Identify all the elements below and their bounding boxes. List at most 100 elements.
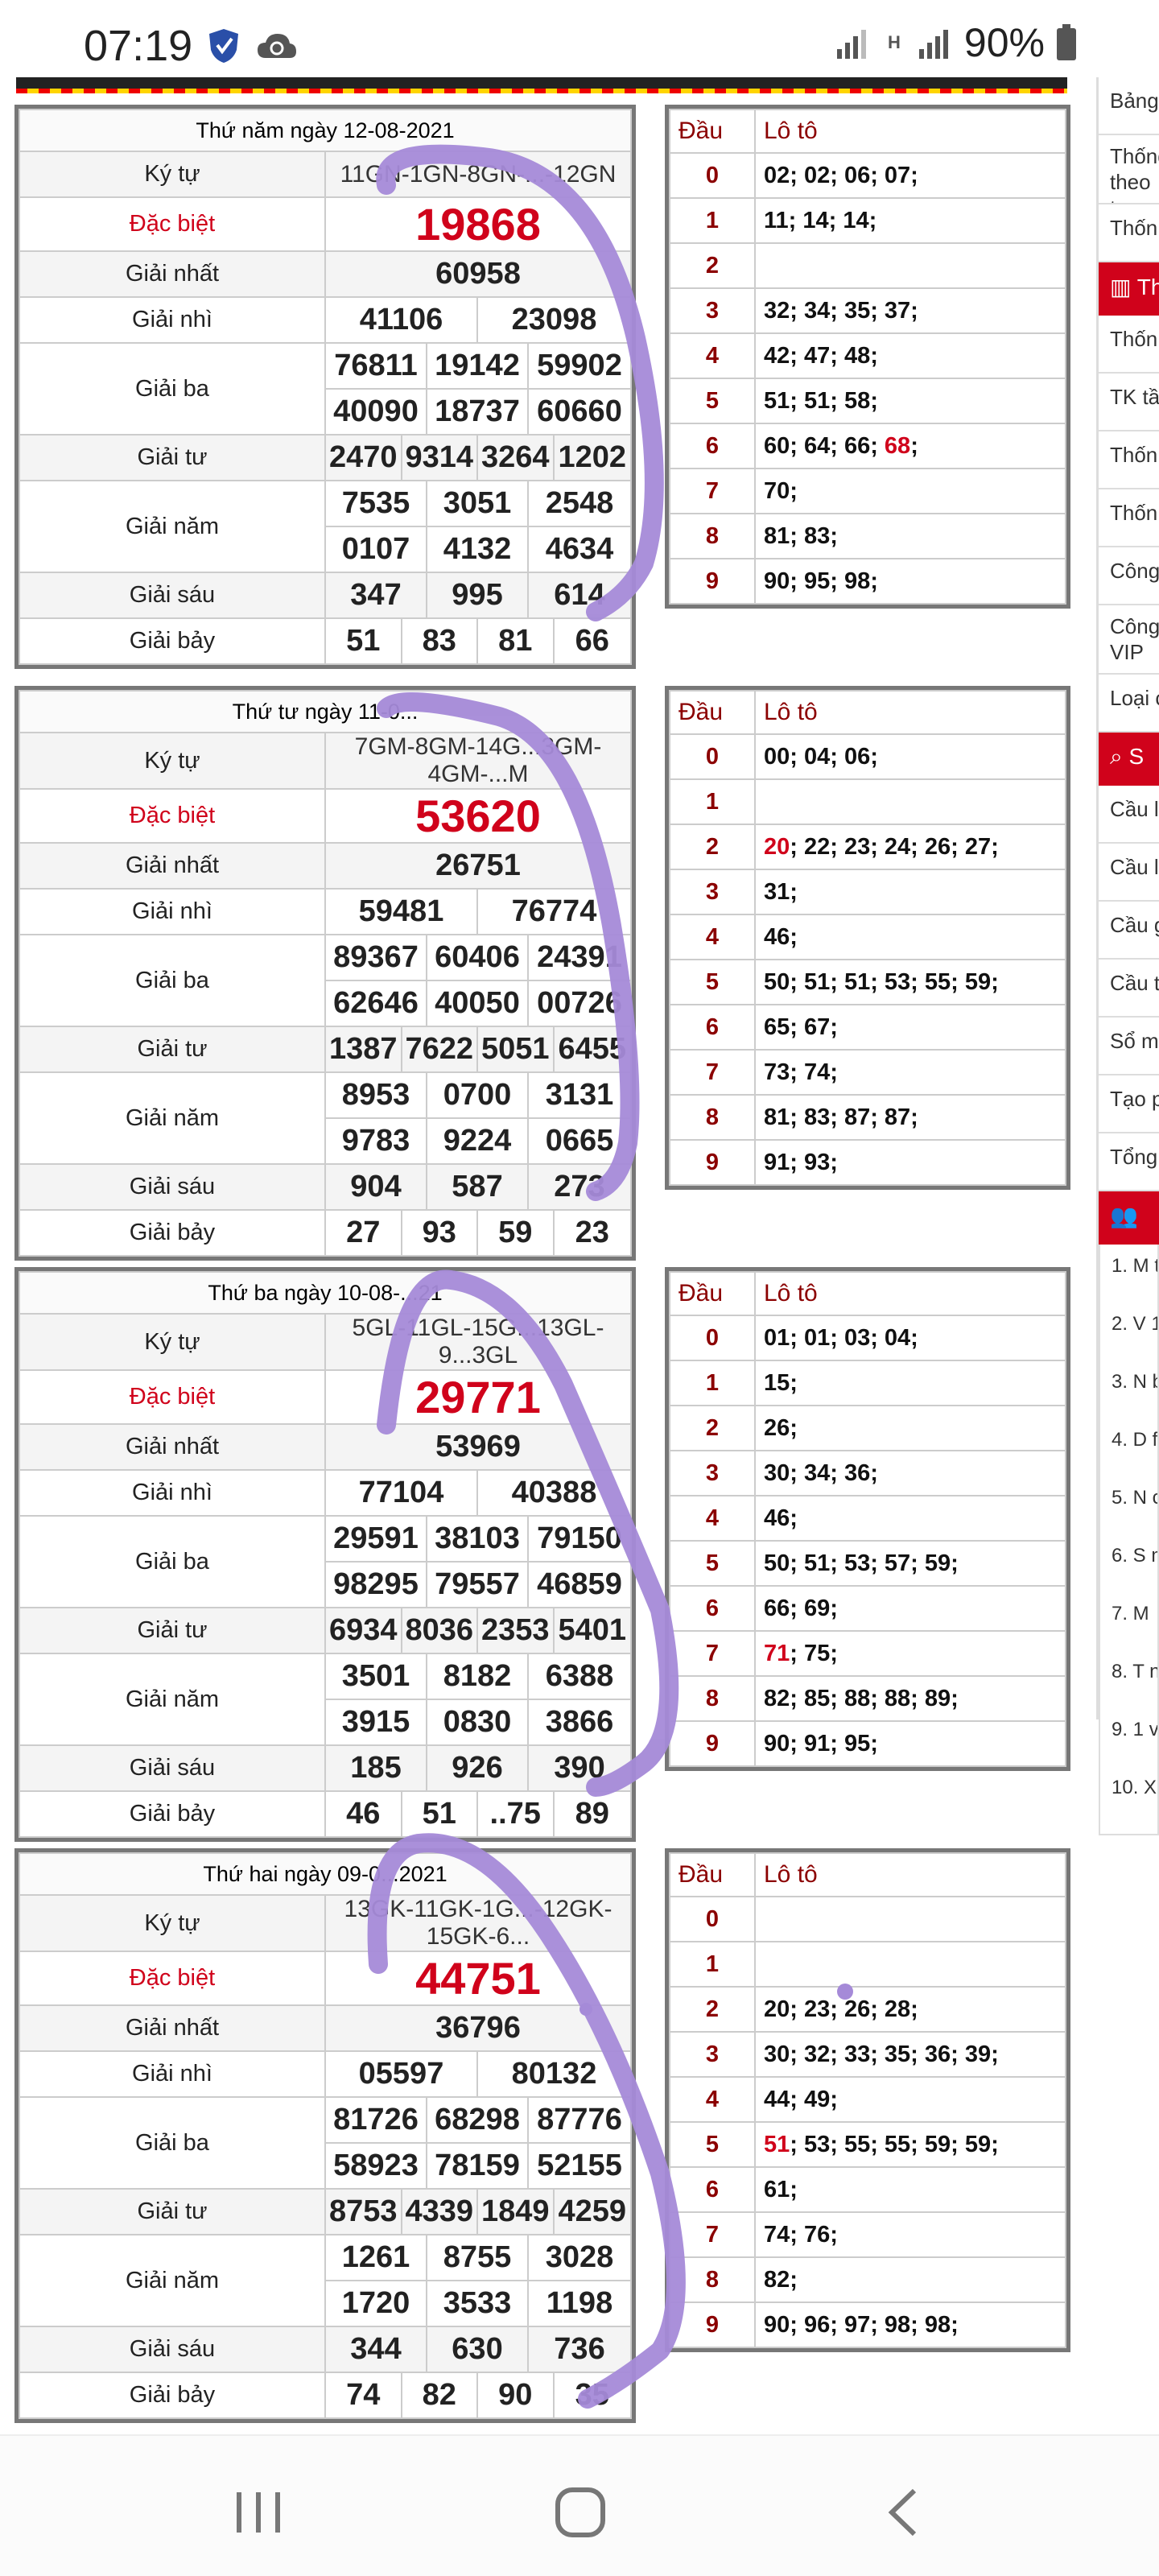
loto-dau: 3 — [669, 2031, 756, 2078]
loto-highlight: 68 — [884, 432, 911, 459]
sidebar-list-item[interactable]: 3. N b — [1112, 1370, 1157, 1428]
label-ky-tu: Ký tự — [19, 151, 326, 198]
loto-dau: 6 — [669, 2166, 756, 2213]
label-giai-ba: Giải ba — [19, 1515, 326, 1608]
loto-values: 70; — [754, 468, 1066, 514]
loto-values: 90; 91; 95; — [754, 1720, 1066, 1767]
draw-block: Thứ năm ngày 12-08-2021 Ký tự 11GN-1GN-8GN… — [14, 105, 1070, 669]
sidebar-list-item[interactable]: 9. 1 v — [1112, 1718, 1157, 1776]
sidebar-item[interactable]: Công VIP — [1099, 605, 1159, 675]
sidebar-item[interactable]: Sổ m — [1099, 1018, 1159, 1075]
network-type-label: H — [887, 32, 901, 52]
sidebar-item[interactable]: Công — [1099, 547, 1159, 605]
prize-number: 0830 — [427, 1700, 529, 1744]
sidebar-item[interactable]: Tạo p — [1099, 1075, 1159, 1133]
sidebar-item[interactable]: Cầu lô — [1099, 844, 1159, 902]
loto-row: 3 32; 34; 35; 37; — [669, 287, 1066, 334]
loto-highlight: 51 — [764, 2131, 790, 2157]
prize-number: 0665 — [545, 1124, 614, 1158]
loto-row: 6 66; 69; — [669, 1585, 1066, 1632]
label-giai-tu: Giải tư — [19, 1607, 326, 1654]
prize-number: 273 — [554, 1170, 605, 1203]
draw-date[interactable]: Thứ hai ngày 09-0...2021 — [19, 1852, 632, 1896]
loto-head-loto: Lô tô — [754, 1852, 1066, 1897]
prize-number: 904 — [326, 1165, 427, 1209]
loto-dau: 0 — [669, 152, 756, 199]
loto-dau: 3 — [669, 869, 756, 915]
sidebar-list-item[interactable]: 2. V 1 — [1112, 1312, 1157, 1370]
draw-date[interactable]: Thứ ba ngày 10-08-...21 — [19, 1271, 632, 1315]
prize-number: 0107 — [326, 527, 427, 572]
battery-icon — [1057, 24, 1076, 60]
prize-number: 60660 — [537, 394, 622, 428]
prize-number: 81 — [478, 619, 555, 663]
label-giai-nam: Giải năm — [19, 480, 326, 573]
sidebar-list-item[interactable]: 7. M — [1112, 1602, 1157, 1660]
loto-row: 7 74; 76; — [669, 2211, 1066, 2258]
home-icon[interactable] — [552, 2484, 608, 2541]
draw-date[interactable]: Thứ năm ngày 12-08-2021 — [19, 109, 632, 152]
sidebar-section-search: ⌕ S — [1099, 733, 1159, 786]
sidebar-list-item[interactable]: 4. D fo — [1112, 1428, 1157, 1486]
prize-number: 630 — [427, 2327, 529, 2372]
label-giai-nhi: Giải nhì — [19, 296, 326, 344]
loto-values: 30; 32; 33; 35; 36; 39; — [754, 2031, 1066, 2078]
label-giai-nhi: Giải nhì — [19, 888, 326, 935]
loto-dau: 9 — [669, 1139, 756, 1186]
sidebar-item[interactable]: Cầu lô — [1099, 786, 1159, 844]
draw-date[interactable]: Thứ tư ngày 11-0... — [19, 690, 632, 733]
loto-values: 44; 49; — [754, 2076, 1066, 2123]
loto-dau: 9 — [669, 2301, 756, 2348]
sidebar-item[interactable]: Bảng — [1099, 77, 1159, 135]
recent-apps-icon[interactable] — [230, 2484, 287, 2541]
loto-row: 6 65; 67; — [669, 1004, 1066, 1051]
sidebar-item[interactable]: Thống theo t — [1099, 135, 1159, 204]
loto-head-dau: Đầu — [669, 109, 756, 154]
loto-values: 42; 47; 48; — [754, 332, 1066, 379]
loto-highlight: 20 — [764, 833, 790, 860]
prize-number: 3264 — [478, 436, 555, 480]
sidebar-item[interactable]: Thốn — [1099, 489, 1159, 547]
sidebar-list-item[interactable]: 1. M tư — [1112, 1254, 1157, 1312]
sidebar-list-item[interactable]: 8. T n — [1112, 1660, 1157, 1718]
loto-dau: 6 — [669, 1004, 756, 1051]
loto-row: 4 46; — [669, 914, 1066, 960]
sidebar-item[interactable]: Thốn — [1099, 204, 1159, 262]
sidebar-list-item[interactable]: 5. N c — [1112, 1486, 1157, 1544]
prize-number: 60406 — [427, 935, 529, 980]
sidebar-item[interactable]: Cầu g — [1099, 902, 1159, 960]
prize-number: 83 — [402, 619, 478, 663]
label-dac-biet: Đặc biệt — [19, 788, 326, 844]
loto-values: 60; 64; 66; 68; — [754, 423, 1066, 469]
prize-number: 2353 — [478, 1608, 555, 1653]
sidebar-list-item[interactable]: 6. S m — [1112, 1544, 1157, 1602]
prize-number: 3501 — [326, 1654, 427, 1699]
label-giai-nhi: Giải nhì — [19, 2050, 326, 2098]
sidebar-item[interactable]: Cầu t — [1099, 960, 1159, 1018]
sidebar-item[interactable]: TK tầ — [1099, 374, 1159, 431]
loto-row: 7 71; 75; — [669, 1630, 1066, 1677]
prize-number: 89367 — [326, 935, 427, 980]
sidebar-item[interactable]: Loại c — [1099, 675, 1159, 733]
prize-number: 1720 — [326, 2281, 427, 2326]
status-time: 07:19 — [84, 22, 193, 70]
signal-icon-2 — [918, 30, 948, 59]
prize-number: 90 — [478, 2373, 555, 2417]
sidebar-list-item[interactable]: 10. X g — [1112, 1776, 1157, 1834]
prize-number: 59902 — [537, 349, 622, 382]
loto-values: 74; 76; — [754, 2211, 1066, 2258]
loto-values: 20; 22; 23; 24; 26; 27; — [754, 824, 1066, 870]
first-prize: 26751 — [324, 842, 632, 890]
sidebar-item[interactable]: Thốn — [1099, 316, 1159, 374]
sidebar-item[interactable]: Tổng — [1099, 1133, 1159, 1191]
back-icon[interactable] — [877, 2484, 934, 2541]
loto-row: 8 81; 83; 87; 87; — [669, 1094, 1066, 1141]
loto-row: 4 46; — [669, 1495, 1066, 1542]
loto-row: 3 30; 32; 33; 35; 36; 39; — [669, 2031, 1066, 2078]
prize-number: 79557 — [427, 1563, 529, 1607]
sidebar-item[interactable]: Thốn — [1099, 431, 1159, 489]
prize-number: 587 — [427, 1165, 529, 1209]
loto-values: 31; — [754, 869, 1066, 915]
sidebar-section-stats: ▥ Th — [1099, 262, 1159, 316]
loto-dau: 0 — [669, 1315, 756, 1361]
